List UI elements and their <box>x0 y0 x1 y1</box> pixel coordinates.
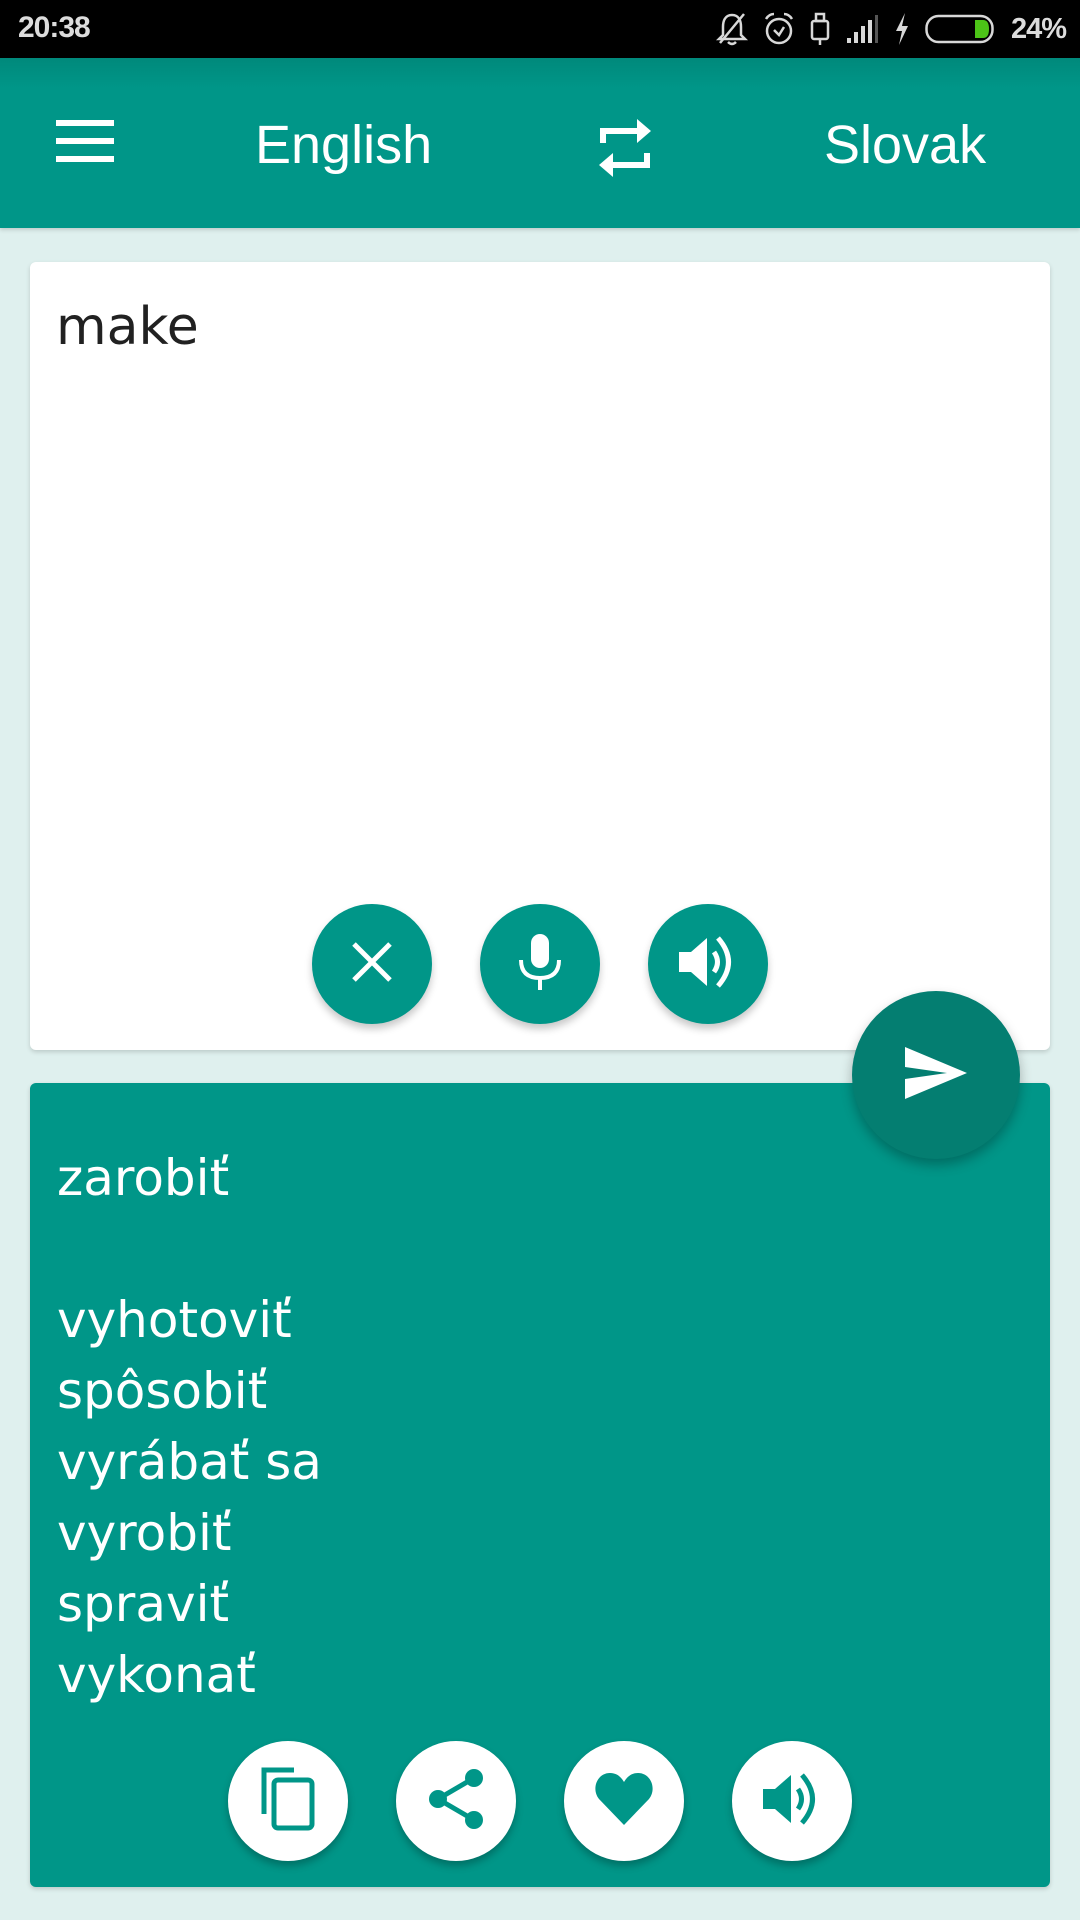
translation-output: zarobiť vyhotoviť spôsobiť vyrábať sa vy… <box>57 1143 857 1711</box>
status-time: 20:38 <box>18 11 91 44</box>
translation-line: zarobiť <box>57 1149 230 1207</box>
swap-languages-icon <box>597 117 653 184</box>
swap-languages-button[interactable] <box>585 110 665 190</box>
signal-icon <box>845 14 879 44</box>
copy-button[interactable] <box>228 1741 348 1861</box>
close-icon <box>350 940 394 989</box>
alarm-icon <box>763 11 795 47</box>
share-button[interactable] <box>396 1741 516 1861</box>
speaker-icon <box>761 1771 823 1832</box>
app-bar: English Slovak <box>0 58 1080 228</box>
clear-button[interactable] <box>312 904 432 1024</box>
speaker-icon <box>677 934 739 995</box>
source-text-input[interactable] <box>56 294 1016 854</box>
charging-icon <box>893 12 911 46</box>
translation-line: vyhotoviť <box>57 1291 292 1349</box>
target-language-selector[interactable]: Slovak <box>824 110 986 180</box>
status-bar: 20:38 24% <box>0 0 1080 58</box>
send-icon <box>903 1045 969 1106</box>
favorite-button[interactable] <box>564 1741 684 1861</box>
translation-line: spôsobiť <box>57 1362 268 1420</box>
battery-percent: 24% <box>1010 12 1067 45</box>
hamburger-menu-icon <box>56 119 114 167</box>
voice-input-button[interactable] <box>480 904 600 1024</box>
translation-line <box>57 1214 857 1285</box>
input-card <box>30 262 1050 1050</box>
notifications-off-icon <box>715 11 749 47</box>
copy-icon <box>260 1766 316 1837</box>
translation-line: spraviť <box>57 1575 230 1633</box>
usb-icon <box>809 11 831 47</box>
output-card: zarobiť vyhotoviť spôsobiť vyrábať sa vy… <box>30 1083 1050 1887</box>
translation-line: vyrábať sa <box>57 1433 322 1491</box>
share-icon <box>426 1768 486 1835</box>
status-icons: 24% <box>715 8 1067 50</box>
translation-line: vyrobiť <box>57 1504 232 1562</box>
microphone-icon <box>517 932 563 997</box>
heart-icon <box>593 1771 655 1832</box>
source-language-selector[interactable]: English <box>255 110 432 180</box>
speak-input-button[interactable] <box>648 904 768 1024</box>
translate-send-button[interactable] <box>852 991 1020 1159</box>
battery-icon <box>925 14 997 44</box>
translation-line: vykonať <box>57 1646 256 1704</box>
speak-output-button[interactable] <box>732 1741 852 1861</box>
menu-button[interactable] <box>40 108 130 178</box>
